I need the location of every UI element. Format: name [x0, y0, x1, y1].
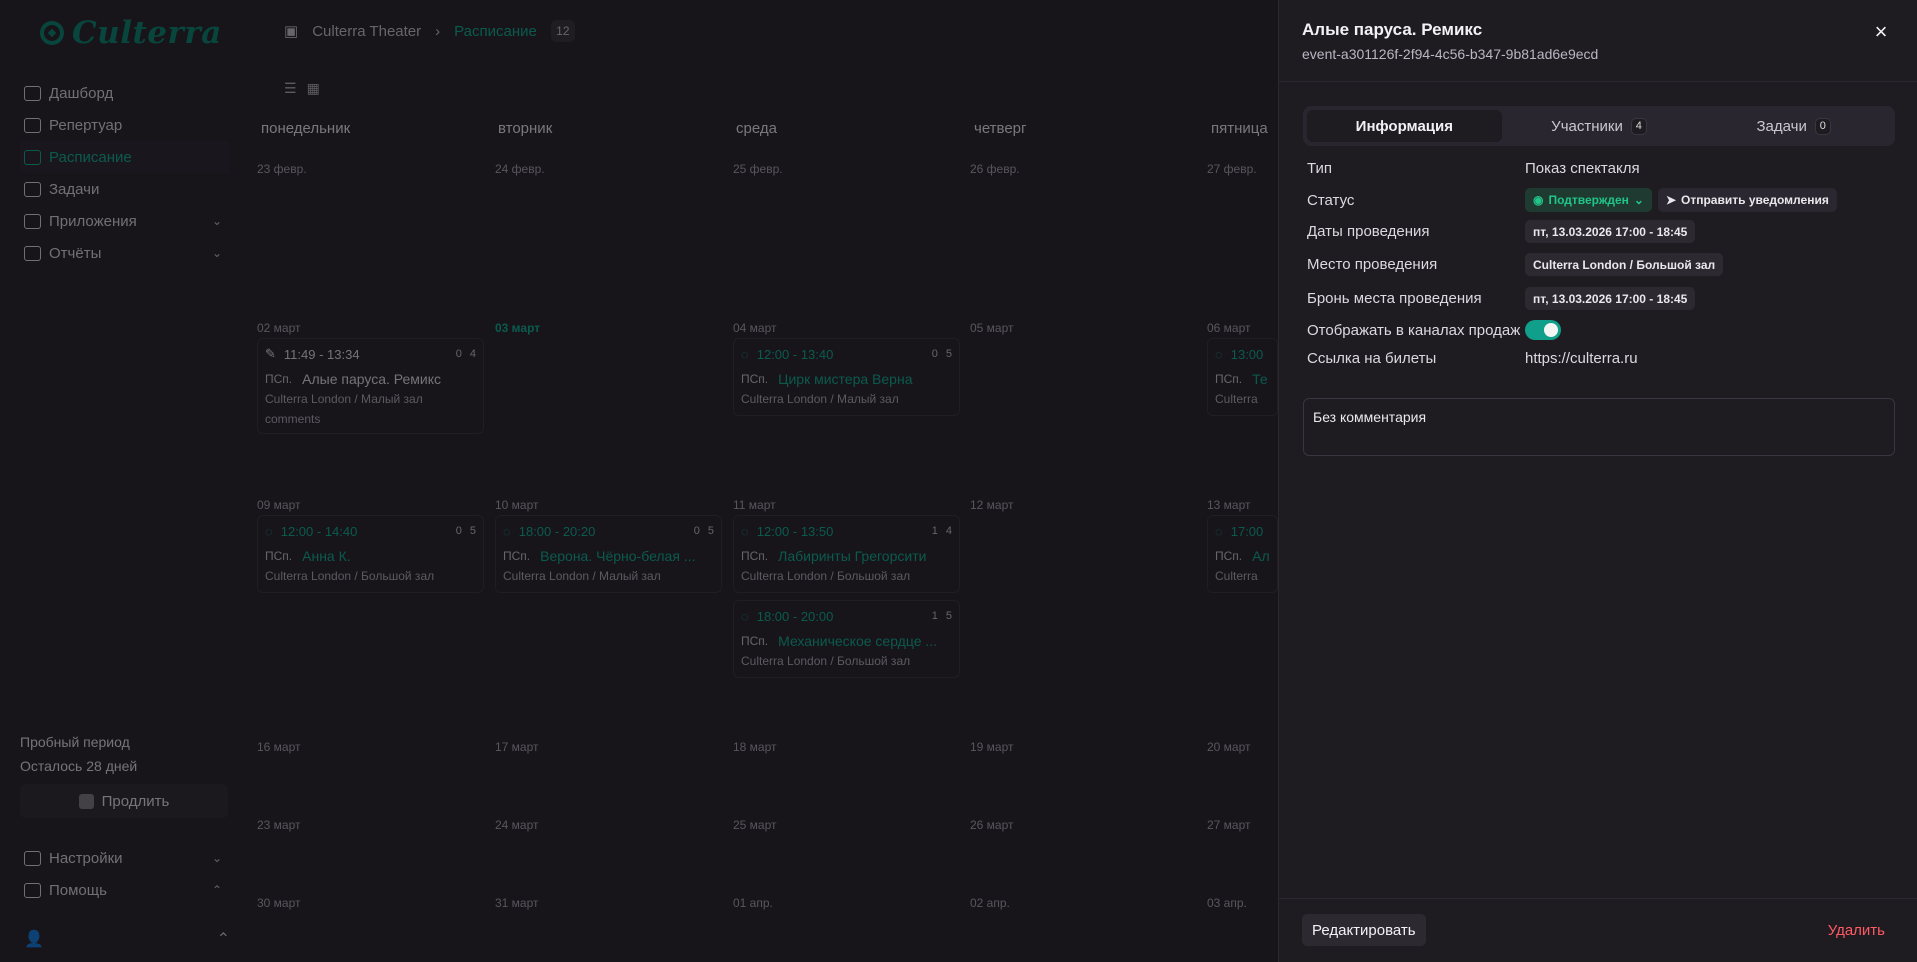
- app-background: Culterra Дашборд Репертуар Расписание За…: [0, 0, 1917, 962]
- field-label: Статус: [1307, 191, 1355, 209]
- tab-label: Информация: [1355, 117, 1453, 135]
- close-icon: ×: [1874, 19, 1888, 44]
- comment-field[interactable]: Без комментария: [1303, 398, 1895, 456]
- event-details-panel: Алые паруса. Ремикс event-a301126f-2f94-…: [1278, 0, 1917, 962]
- place-chip: Culterra London / Большой зал: [1525, 253, 1724, 276]
- send-notifications-button[interactable]: ➤ Отправить уведомления: [1657, 188, 1837, 212]
- type-row: Тип Показ спектакля: [1307, 160, 1887, 177]
- edit-button[interactable]: Редактировать: [1302, 914, 1426, 946]
- tab-tasks[interactable]: Задачи 0: [1696, 110, 1891, 142]
- close-button[interactable]: ×: [1870, 19, 1892, 44]
- panel-tabs: Информация Участники 4 Задачи 0: [1303, 106, 1895, 146]
- tab-information[interactable]: Информация: [1307, 110, 1502, 142]
- ticket-link-row: Ссылка на билеты https://culterra.ru: [1307, 350, 1887, 367]
- booking-chip: пт, 13.03.2026 17:00 - 18:45: [1525, 287, 1696, 310]
- modal-overlay[interactable]: [0, 0, 1278, 962]
- send-icon: ➤: [1665, 193, 1677, 207]
- panel-divider: [1279, 81, 1917, 82]
- panel-title: Алые паруса. Ремикс: [1302, 20, 1483, 39]
- status-dropdown[interactable]: ◉ Подтвержден ⌄: [1525, 188, 1652, 212]
- comment-text: Без комментария: [1313, 409, 1427, 425]
- event-id: event-a301126f-2f94-4c56-b347-9b81ad6e9e…: [1302, 46, 1599, 62]
- chevron-down-icon: ⌄: [1633, 193, 1644, 207]
- sales-channels-toggle[interactable]: [1525, 320, 1561, 340]
- check-circle-icon: ◉: [1533, 193, 1544, 207]
- field-label: Ссылка на билеты: [1307, 350, 1437, 367]
- field-label: Тип: [1307, 160, 1333, 177]
- notify-label: Отправить уведомления: [1681, 193, 1829, 207]
- status-row: Статус ◉ Подтвержден ⌄ ➤ Отправить уведомле…: [1307, 188, 1887, 212]
- edit-label: Редактировать: [1312, 921, 1416, 939]
- tab-label: Задачи: [1756, 117, 1807, 135]
- field-label: Отображать в каналах продаж: [1307, 321, 1521, 339]
- type-value: Показ спектакля: [1525, 160, 1640, 177]
- footer-divider: [1279, 898, 1917, 899]
- field-label: Место проведения: [1307, 256, 1438, 273]
- delete-button[interactable]: Удалить: [1828, 914, 1885, 946]
- tab-participants[interactable]: Участники 4: [1502, 110, 1697, 142]
- ticket-link[interactable]: https://culterra.ru: [1525, 350, 1638, 367]
- booking-row: Бронь места проведения пт, 13.03.2026 17…: [1307, 287, 1887, 310]
- place-row: Место проведения Culterra London / Больш…: [1307, 253, 1887, 276]
- participants-count-badge: 4: [1630, 117, 1647, 135]
- field-label: Даты проведения: [1307, 223, 1430, 240]
- delete-label: Удалить: [1827, 921, 1885, 939]
- sales-channels-row: Отображать в каналах продаж: [1307, 320, 1887, 340]
- status-value: Подтвержден: [1548, 193, 1629, 207]
- dates-row: Даты проведения пт, 13.03.2026 17:00 - 1…: [1307, 220, 1887, 243]
- dates-chip: пт, 13.03.2026 17:00 - 18:45: [1525, 220, 1696, 243]
- field-label: Бронь места проведения: [1307, 290, 1482, 307]
- tab-label: Участники: [1551, 117, 1623, 135]
- tasks-count-badge: 0: [1814, 117, 1831, 135]
